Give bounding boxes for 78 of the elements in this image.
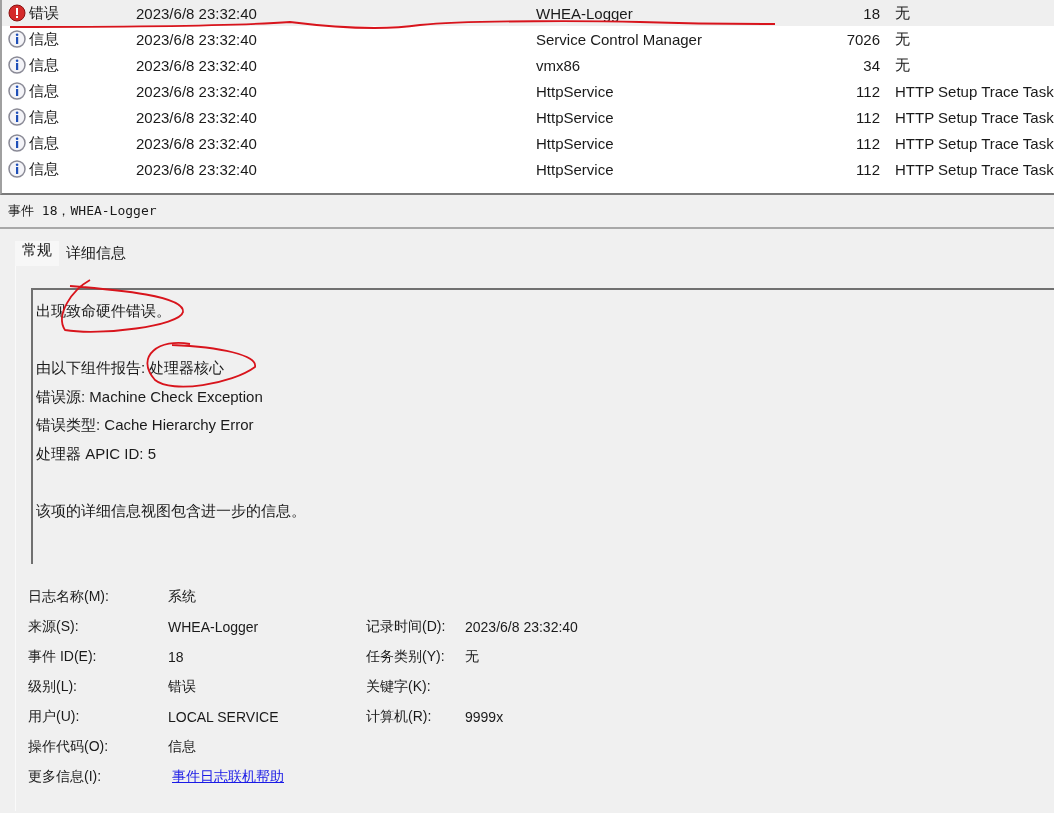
field-value: WHEA-Logger <box>168 619 259 635</box>
level-text: 信息 <box>29 133 59 153</box>
task-category-text: HTTP Setup Trace Task <box>895 82 1054 100</box>
event-title: 事件 18，WHEA-Logger <box>8 202 157 220</box>
info-icon <box>8 134 26 152</box>
field-label: 记录时间(D): <box>366 618 446 634</box>
info-icon <box>8 56 26 74</box>
field-label: 更多信息(I): <box>28 768 103 786</box>
info-icon <box>8 108 26 126</box>
date-text: 2023/6/8 23:32:40 <box>136 108 257 126</box>
tab[interactable]: 常规 <box>15 241 59 266</box>
level-text: 信息 <box>29 107 59 127</box>
field-value: LOCAL SERVICE <box>168 709 279 725</box>
task-category-text: HTTP Setup Trace Task <box>895 160 1054 178</box>
field-label: 关键字(K): <box>366 678 431 694</box>
source-text: HttpService <box>536 108 614 126</box>
source-text: WHEA-Logger <box>536 4 633 22</box>
field-label: 级别(L): <box>28 678 78 696</box>
help-link[interactable]: 事件日志联机帮助 <box>172 768 284 784</box>
field-value: 2023/6/8 23:32:40 <box>465 619 578 635</box>
event-id-text: 18 <box>863 4 880 22</box>
field-value: 信息 <box>168 738 196 754</box>
task-category-text: HTTP Setup Trace Task <box>895 134 1054 152</box>
field-label: 事件 ID(E): <box>28 648 98 666</box>
field-label: 日志名称(M): <box>28 588 110 606</box>
event-id-text: 34 <box>863 56 880 74</box>
event-row[interactable]: 信息 2023/6/8 23:32:40 HttpService 112 HTTP Setup Trace Task <box>2 130 1054 156</box>
field-value: 错误 <box>168 678 196 694</box>
task-category-text: HTTP Setup Trace Task <box>895 108 1054 126</box>
date-text: 2023/6/8 23:32:40 <box>136 134 257 152</box>
event-row[interactable]: 信息 2023/6/8 23:32:40 Service Control Manager 7026 无 <box>2 26 1054 52</box>
source-text: vmx86 <box>536 56 581 74</box>
field-label: 来源(S): <box>28 618 80 636</box>
field-label: 计算机(R): <box>366 708 432 724</box>
task-category-text: 无 <box>895 3 910 21</box>
source-text: HttpService <box>536 160 614 178</box>
field-label: 任务类别(Y): <box>366 648 445 664</box>
event-row[interactable]: 信息 2023/6/8 23:32:40 HttpService 112 HTTP Setup Trace Task <box>2 78 1054 104</box>
event-id-text: 7026 <box>846 30 880 48</box>
description-line: 错误源: Machine Check Exception <box>36 386 263 407</box>
description-line: 由以下组件报告: 处理器核心 <box>36 358 225 378</box>
info-icon <box>8 160 26 178</box>
date-text: 2023/6/8 23:32:40 <box>136 82 257 100</box>
level-text: 信息 <box>29 81 59 101</box>
event-id-text: 112 <box>856 160 880 178</box>
level-text: 信息 <box>29 159 59 179</box>
field-value: 9999x <box>465 709 504 725</box>
tab[interactable]: 详细信息 <box>59 241 133 266</box>
event-id-text: 112 <box>856 134 880 152</box>
description-line: 错误类型: Cache Hierarchy Error <box>36 415 254 435</box>
source-text: Service Control Manager <box>536 30 702 48</box>
event-row[interactable]: 错误 2023/6/8 23:32:40 WHEA-Logger 18 无 <box>2 0 1054 26</box>
error-icon <box>8 4 26 22</box>
event-id-text: 112 <box>856 82 880 100</box>
field-value: 系统 <box>168 588 196 604</box>
task-category-text: 无 <box>895 29 910 47</box>
source-text: HttpService <box>536 82 614 100</box>
level-text: 错误 <box>29 3 59 23</box>
date-text: 2023/6/8 23:32:40 <box>136 4 257 22</box>
field-label: 用户(U): <box>28 708 81 726</box>
event-row[interactable]: 信息 2023/6/8 23:32:40 HttpService 112 HTTP Setup Trace Task <box>2 104 1054 130</box>
date-text: 2023/6/8 23:32:40 <box>136 56 257 74</box>
source-text: HttpService <box>536 134 614 152</box>
event-id-text: 112 <box>856 108 880 126</box>
event-row[interactable]: 信息 2023/6/8 23:32:40 vmx86 34 无 <box>2 52 1054 78</box>
field-value: 18 <box>168 649 184 665</box>
field-value: 无 <box>465 648 479 664</box>
info-icon <box>8 82 26 100</box>
date-text: 2023/6/8 23:32:40 <box>136 30 257 48</box>
event-row[interactable]: 信息 2023/6/8 23:32:40 HttpService 112 HTTP Setup Trace Task <box>2 156 1054 182</box>
level-text: 信息 <box>29 29 59 49</box>
field-label: 操作代码(O): <box>28 738 110 756</box>
info-icon <box>8 30 26 48</box>
task-category-text: 无 <box>895 55 910 73</box>
level-text: 信息 <box>29 55 59 75</box>
date-text: 2023/6/8 23:32:40 <box>136 160 257 178</box>
description-line: 该项的详细信息视图包含进一步的信息。 <box>36 500 306 521</box>
description-line: 处理器 APIC ID: 5 <box>36 443 157 464</box>
